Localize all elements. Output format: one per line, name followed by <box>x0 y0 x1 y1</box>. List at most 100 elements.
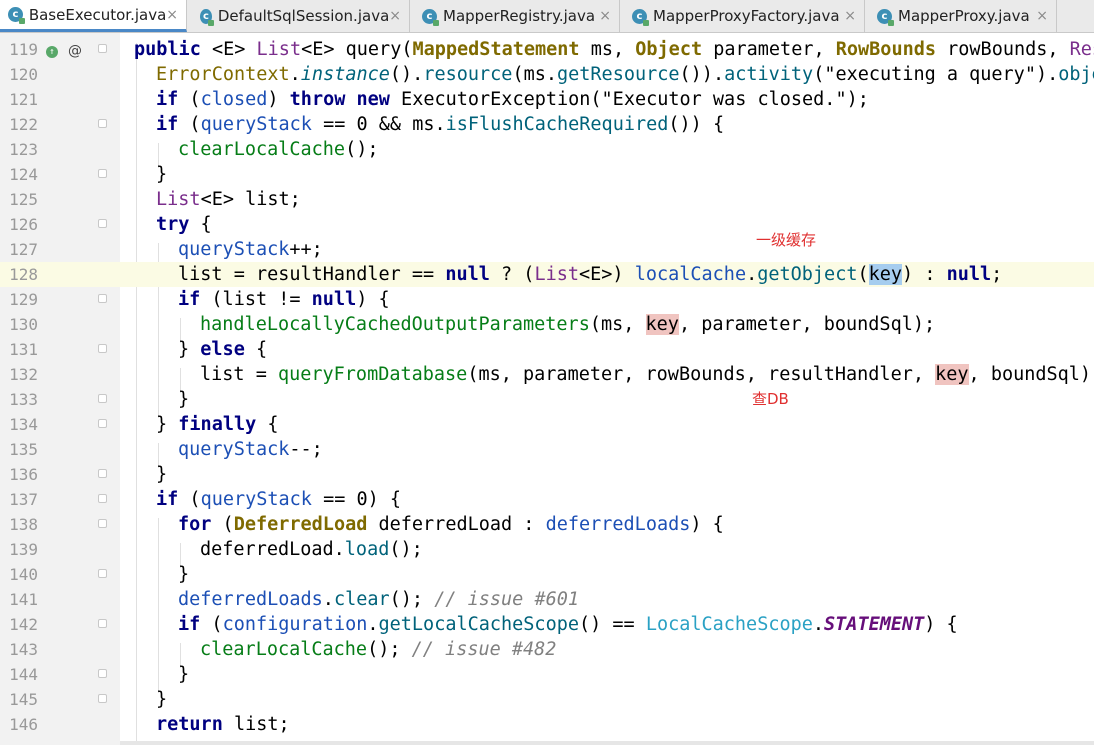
code-line: 121 if (closed) throw new ExecutorExcept… <box>0 87 1094 112</box>
fold-marker-icon[interactable] <box>98 694 107 703</box>
code-text: deferredLoads.clear(); // issue #601 <box>178 589 579 610</box>
tab-label: DefaultSqlSession.java <box>217 7 390 25</box>
code-text: list = queryFromDatabase(ms, parameter, … <box>200 364 1094 385</box>
close-icon[interactable]: × <box>599 8 611 24</box>
code-text: if (list != null) { <box>178 289 390 310</box>
code-line: 141 deferredLoads.clear(); // issue #601 <box>0 587 1094 612</box>
annotation-level1-cache: 一级缓存 <box>756 231 817 249</box>
line-number: 145 <box>9 690 38 709</box>
code-line: 139 deferredLoad.load(); <box>0 537 1094 562</box>
line-number: 128 <box>9 265 38 284</box>
tab-label: MapperProxyFactory.java <box>653 7 840 25</box>
fold-marker-icon[interactable] <box>98 344 107 353</box>
fold-marker-icon[interactable] <box>98 44 107 53</box>
code-text: deferredLoad.load(); <box>200 539 423 560</box>
fold-marker-icon[interactable] <box>98 669 107 678</box>
line-number: 126 <box>9 215 38 234</box>
line-number: 134 <box>9 415 38 434</box>
code-text: if (queryStack == 0) { <box>156 489 402 510</box>
code-text: list = resultHandler == null ? (List<E>)… <box>178 264 1003 285</box>
line-number: 146 <box>9 715 38 734</box>
fold-marker-icon[interactable] <box>98 394 107 403</box>
line-number: 140 <box>9 565 38 584</box>
java-class-icon: c <box>8 7 25 24</box>
fold-marker-icon[interactable] <box>98 294 107 303</box>
fold-marker-icon[interactable] <box>98 469 107 478</box>
line-number: 143 <box>9 640 38 659</box>
code-text: clearLocalCache(); <box>178 139 379 160</box>
code-line: 123 clearLocalCache(); <box>0 137 1094 162</box>
fold-marker-icon[interactable] <box>98 419 107 428</box>
code-text: handleLocallyCachedOutputParameters(ms, … <box>200 314 936 335</box>
line-number: 138 <box>9 515 38 534</box>
code-line: 119 ↑ @ public <E> List<E> query(MappedS… <box>0 37 1094 62</box>
code-line: 129 if (list != null) { <box>0 287 1094 312</box>
current-code-line: 128 list = resultHandler == null ? (List… <box>0 262 1094 287</box>
fold-marker-icon[interactable] <box>98 119 107 128</box>
close-icon[interactable]: × <box>166 7 178 23</box>
code-line: 132 list = queryFromDatabase(ms, paramet… <box>0 362 1094 387</box>
code-text: if (queryStack == 0 && ms.isFlushCacheRe… <box>156 114 725 135</box>
code-line: 125 List<E> list; <box>0 187 1094 212</box>
code-line: 142 if (configuration.getLocalCacheScope… <box>0 612 1094 637</box>
annotation-query-db: 查DB <box>752 390 789 408</box>
implements-method-icon[interactable]: ↑ <box>46 46 58 58</box>
tab-label: BaseExecutor.java <box>28 5 167 24</box>
code-text: List<E> list; <box>156 189 301 210</box>
line-number: 127 <box>9 240 38 259</box>
java-class-icon: c <box>200 8 214 26</box>
line-number: 131 <box>9 340 38 359</box>
code-line: 134 } finally { <box>0 412 1094 437</box>
code-text: ErrorContext.instance().resource(ms.getR… <box>156 64 1094 85</box>
line-number: 144 <box>9 665 38 684</box>
close-icon[interactable]: × <box>1036 8 1048 24</box>
code-text: } finally { <box>156 414 279 435</box>
code-text: } <box>156 464 168 485</box>
code-text: } else { <box>178 339 268 360</box>
code-line: 124 } <box>0 162 1094 187</box>
line-number: 136 <box>9 465 38 484</box>
annotation-icon[interactable]: @ <box>68 43 82 59</box>
tab-mapperproxyfactory[interactable]: c MapperProxyFactory.java × <box>624 0 865 32</box>
tab-label: MapperProxy.java <box>898 7 1030 25</box>
code-editor[interactable]: 119 ↑ @ public <E> List<E> query(MappedS… <box>0 33 1094 745</box>
code-line: 145 } <box>0 687 1094 712</box>
code-text: } <box>178 564 190 585</box>
fold-marker-icon[interactable] <box>98 494 107 503</box>
close-icon[interactable]: × <box>389 8 401 24</box>
code-line: 135 queryStack--; <box>0 437 1094 462</box>
code-line: 130 handleLocallyCachedOutputParameters(… <box>0 312 1094 337</box>
selected-identifier: key <box>868 264 903 285</box>
line-number: 124 <box>9 165 38 184</box>
fold-marker-icon[interactable] <box>98 569 107 578</box>
line-number: 132 <box>9 365 38 384</box>
line-number: 135 <box>9 440 38 459</box>
fold-marker-icon[interactable] <box>98 169 107 178</box>
tab-baseexecutor[interactable]: c BaseExecutor.java × <box>0 0 187 32</box>
fold-marker-icon[interactable] <box>98 219 107 228</box>
line-number: 137 <box>9 490 38 509</box>
tab-label: MapperRegistry.java <box>443 7 596 25</box>
line-number: 122 <box>9 115 38 134</box>
close-icon[interactable]: × <box>844 8 856 24</box>
line-number: 119 <box>9 40 38 59</box>
java-class-icon: c <box>877 8 894 26</box>
line-number: 133 <box>9 390 38 409</box>
tab-mapperproxy[interactable]: c MapperProxy.java × <box>869 0 1057 32</box>
line-number: 120 <box>9 65 38 84</box>
line-number: 142 <box>9 615 38 634</box>
fold-marker-icon[interactable] <box>98 519 107 528</box>
code-text: queryStack++; <box>178 239 323 260</box>
line-number: 129 <box>9 290 38 309</box>
code-line: 120 ErrorContext.instance().resource(ms.… <box>0 62 1094 87</box>
tab-mapperregistry[interactable]: c MapperRegistry.java × <box>414 0 620 32</box>
fold-marker-icon[interactable] <box>98 619 107 628</box>
code-text: } <box>178 389 190 410</box>
code-line: 131 } else { <box>0 337 1094 362</box>
tab-defaultsqlsession[interactable]: c DefaultSqlSession.java × <box>192 0 410 32</box>
code-line: 136 } <box>0 462 1094 487</box>
code-line: 127 queryStack++; <box>0 237 1094 262</box>
code-text: queryStack--; <box>178 439 323 460</box>
line-number: 139 <box>9 540 38 559</box>
horizontal-scrollbar[interactable] <box>120 741 1094 745</box>
